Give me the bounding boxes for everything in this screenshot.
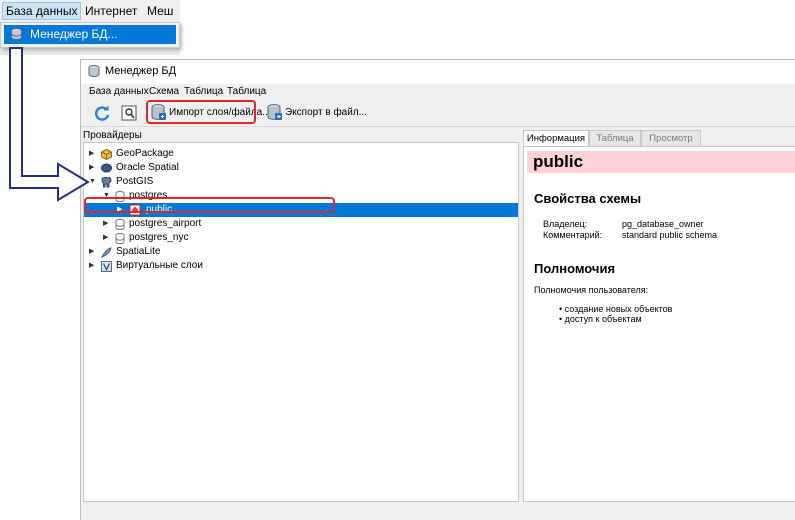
permission-text: доступ к объектам <box>564 314 642 324</box>
tree-item-label: PostGIS <box>116 176 154 187</box>
menu-item-label: Менеджер БД... <box>30 27 118 41</box>
database-icon <box>11 28 22 41</box>
tree-item-virtual-layers[interactable]: ▶ Виртуальные слои <box>84 259 518 273</box>
comment-value: standard public schema <box>622 230 718 240</box>
permission-item: • доступ к объектам <box>559 314 642 324</box>
tab-information[interactable]: Информация <box>523 130 589 147</box>
tab-preview[interactable]: Просмотр <box>641 130 701 146</box>
tree-item-postgres-nyc[interactable]: ▶ postgres_nyc <box>84 231 518 245</box>
qgis-menubar: База данных Интернет Меш <box>0 0 180 23</box>
import-button-highlight <box>146 100 256 124</box>
permission-item: • создание новых объектов <box>559 304 673 314</box>
menu-mesh[interactable]: Меш <box>144 3 176 19</box>
tree-item-oracle[interactable]: ▶ Oracle Spatial <box>84 161 518 175</box>
expand-arrow-icon[interactable]: ▶ <box>89 245 94 259</box>
menu-schema[interactable]: Схема <box>149 86 179 97</box>
oracle-icon <box>101 163 112 173</box>
owner-label: Владелец: <box>543 219 588 229</box>
export-button-label: Экспорт в файл... <box>285 107 367 118</box>
tree-item-geopackage[interactable]: ▶ GeoPackage <box>84 147 518 161</box>
expand-arrow-icon[interactable]: ▶ <box>103 231 108 245</box>
menu-item-db-manager[interactable]: Менеджер БД... <box>4 25 176 44</box>
owner-value: pg_database_owner <box>622 219 704 229</box>
tree-item-label: SpatiaLite <box>116 246 161 257</box>
providers-tree[interactable]: ▶ GeoPackage ▶ Oracle Spatial ▼ PostGIS … <box>83 142 519 502</box>
tree-item-label: postgres_airport <box>129 218 202 229</box>
comment-label: Комментарий: <box>543 230 603 240</box>
tree-item-label: Oracle Spatial <box>116 162 179 173</box>
window-menubar: База данных Схема Таблица Таблица <box>81 84 795 100</box>
database-icon <box>88 65 100 78</box>
tree-item-postgres-airport[interactable]: ▶ postgres_airport <box>84 217 518 231</box>
info-panel: public Свойства схемы Владелец: pg_datab… <box>523 146 795 502</box>
menu-database[interactable]: База данных <box>2 2 82 20</box>
tree-item-spatialite[interactable]: ▶ SpatiaLite <box>84 245 518 259</box>
providers-label: Провайдеры <box>83 130 142 141</box>
permissions-heading: Полномочия <box>534 261 616 276</box>
qgis-toolbar-strip <box>0 47 180 55</box>
menu-internet[interactable]: Интернет <box>82 3 140 19</box>
sql-window-button[interactable] <box>121 104 137 122</box>
schema-properties-heading: Свойства схемы <box>534 191 642 206</box>
spatialite-feather-icon <box>101 247 112 258</box>
permission-text: создание новых объектов <box>564 304 673 314</box>
export-file-button[interactable]: Экспорт в файл... <box>267 104 367 122</box>
status-bar <box>81 503 795 520</box>
tab-table[interactable]: Таблица <box>589 130 641 146</box>
refresh-icon <box>95 105 110 121</box>
database-export-icon <box>267 104 282 120</box>
postgis-elephant-icon <box>101 177 112 188</box>
tree-item-label: postgres_nyc <box>129 232 189 243</box>
refresh-button[interactable] <box>93 104 113 122</box>
title-bar: Менеджер БД <box>81 60 795 84</box>
user-permissions-label: Полномочия пользователя: <box>534 285 649 295</box>
database-icon <box>115 219 125 230</box>
tree-item-label: GeoPackage <box>116 148 174 159</box>
tree-item-postgis[interactable]: ▼ PostGIS <box>84 175 518 189</box>
database-dropdown: Менеджер БД... <box>0 22 180 48</box>
expand-arrow-icon[interactable]: ▶ <box>89 147 94 161</box>
public-schema-highlight <box>84 197 335 213</box>
collapse-arrow-icon[interactable]: ▼ <box>89 175 96 189</box>
virtual-layer-icon <box>101 261 112 272</box>
expand-arrow-icon[interactable]: ▶ <box>103 217 108 231</box>
db-manager-window: Менеджер БД База данных Схема Таблица Та… <box>80 59 795 520</box>
menu-table[interactable]: Таблица <box>184 86 223 97</box>
database-icon <box>115 233 125 244</box>
expand-arrow-icon[interactable]: ▶ <box>89 161 94 175</box>
window-title: Менеджер БД <box>105 65 177 77</box>
schema-name: public <box>533 152 584 171</box>
schema-header: public <box>527 151 795 173</box>
expand-arrow-icon[interactable]: ▶ <box>89 259 94 273</box>
geopackage-icon <box>101 149 112 160</box>
sql-window-icon <box>121 105 137 121</box>
menu-database[interactable]: База данных <box>89 86 149 97</box>
tree-item-label: Виртуальные слои <box>116 260 203 271</box>
menu-table-2[interactable]: Таблица <box>227 86 266 97</box>
